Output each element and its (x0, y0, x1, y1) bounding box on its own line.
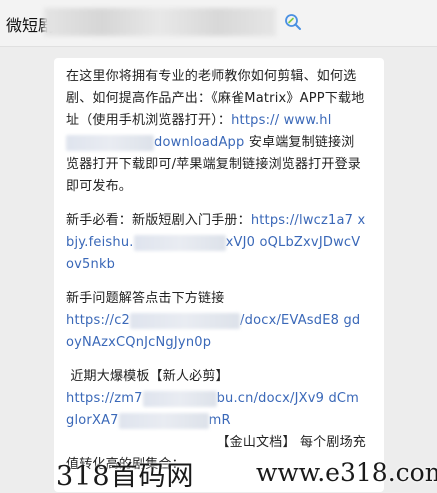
watermark: 318首码网 www.e318.com (0, 452, 437, 492)
newbie-guide: 新手必看：新版短剧入门手册：https://lwcz1a7 xbjy.feish… (66, 210, 366, 276)
faq-section: 新手问题解答点击下方链接 https://c2/docx/EVAsdE8 gdo… (66, 288, 366, 354)
redacted-link-part (133, 234, 226, 251)
jinshan-doc-label: 【金山文档】 每个剧场充 (216, 435, 366, 450)
template-section: 近期大爆模板【新人必剪】 https://zm7 bu.cn/docx/JXv9 … (66, 366, 366, 432)
redacted-link-part (142, 390, 217, 407)
watermark-url: www.e318.com (256, 458, 437, 487)
watermark-site-name: 318首码网 (56, 461, 195, 492)
redacted-title-area (44, 8, 276, 36)
template-label: 近期大爆模板【新人必剪】 (70, 369, 229, 384)
intro-text: 在这里你将拥有专业的老师教你如何剪辑、如何选剧、如何提高作品产出：《麻雀Matr… (66, 66, 366, 198)
redacted-link-part (118, 412, 209, 429)
faq-link[interactable]: https://c2/docx/EVAsdE8 gdoyNAzxCQnJcNgJ… (66, 312, 360, 350)
chat-header: 微短剧 (0, 0, 437, 47)
search-icon[interactable] (284, 13, 302, 31)
redacted-link-part (130, 312, 241, 329)
message-content: 在这里你将拥有专业的老师教你如何剪辑、如何选剧、如何提高作品产出：《麻雀Matr… (66, 66, 366, 476)
faq-label: 新手问题解答点击下方链接 (66, 291, 225, 306)
template-link[interactable]: https://zm7 bu.cn/docx/JXv9 dCmglorXA7 mR (66, 390, 359, 429)
redacted-link-part (66, 134, 154, 151)
newbie-guide-label: 新手必看：新版短剧入门手册： (66, 213, 251, 228)
